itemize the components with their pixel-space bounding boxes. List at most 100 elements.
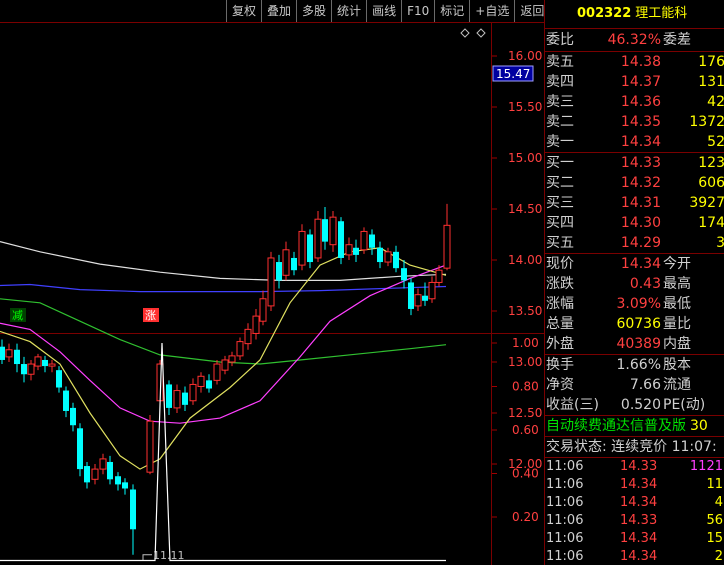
candle-body-up <box>34 356 42 367</box>
indicator-axis-label: 1.00 <box>512 336 539 350</box>
candle-body-down <box>77 428 83 470</box>
candle-body-up <box>314 218 322 259</box>
tick-time: 11:06 <box>546 513 584 528</box>
toolbar-button[interactable]: 多股 <box>296 0 331 22</box>
order-price: 14.33 <box>620 155 661 171</box>
indicator-axis-label: 0.60 <box>512 423 539 437</box>
order-level: 卖一 <box>546 134 574 150</box>
order-volume: 131 <box>698 74 724 90</box>
stat-label: 现价 <box>546 256 574 272</box>
order-volume: 606 <box>698 175 724 191</box>
tick-time: 11:06 <box>546 549 584 564</box>
candle-body-down <box>84 466 90 483</box>
candle-body-up <box>173 390 181 409</box>
candle-body-up <box>252 315 260 334</box>
buy-orders: 买一 14.33 123 买二 14.32 606 买三 14.31 3927 买四 14.30 17… <box>545 152 724 254</box>
stat-row: 现价 14.34 今开 <box>545 254 724 274</box>
notice-text: 自动续费通达信普及版 <box>546 418 686 434</box>
candle-body-down <box>276 262 282 281</box>
order-level: 买三 <box>546 195 574 211</box>
candle-body-up <box>345 244 353 256</box>
stat-value: 3.09% <box>616 296 661 312</box>
order-level: 买二 <box>546 175 574 191</box>
stock-title: 002322 理工能科 <box>545 0 724 29</box>
renew-notice[interactable]: 自动续费通达信普及版 30 <box>545 415 724 436</box>
order-volume: 176 <box>698 54 724 70</box>
price-axis-label: 15.00 <box>508 151 542 165</box>
tick-price: 14.34 <box>620 549 658 564</box>
stats-block-1: 现价 14.34 今开 涨跌 0.43 最高 涨幅 3.09% 最低 总量 60736 量比 外盘 403… <box>545 254 724 354</box>
webi-label: 委比 <box>546 32 574 48</box>
toolbar-button[interactable]: 叠加 <box>261 0 296 22</box>
chart-diamond-icon <box>460 28 470 38</box>
price-axis-label: 13.50 <box>508 304 542 318</box>
indicator-axis-label: 0.40 <box>512 467 539 481</box>
candle-body-down <box>206 380 212 389</box>
toolbar-button[interactable]: 复权 <box>226 0 261 22</box>
order-price: 14.31 <box>620 195 661 211</box>
candle-body-up <box>189 383 197 402</box>
candle-body-up <box>228 355 236 363</box>
stat-label: 涨幅 <box>546 296 574 312</box>
price-axis-label: 12.50 <box>508 406 542 420</box>
candle-body-down <box>369 234 375 248</box>
toolbar-button[interactable]: +自选 <box>469 0 514 22</box>
tick-volume: 2 <box>714 549 723 564</box>
order-row[interactable]: 卖四 14.37 131 <box>545 72 724 92</box>
stat-row: 换手 1.66% 股本 <box>545 355 724 375</box>
tick-time: 11:06 <box>546 477 584 492</box>
toolbar-button[interactable]: F10 <box>401 0 434 22</box>
tick-volume: 1121 <box>689 459 723 474</box>
order-row[interactable]: 卖五 14.38 176 <box>545 52 724 72</box>
order-level: 买一 <box>546 155 574 171</box>
candle-body-up <box>236 341 244 357</box>
kline-chart[interactable]: 16.00 15.50 15.00 14.50 14.00 13.50 13.00 12.50… <box>0 0 544 565</box>
candle-body-down <box>107 461 113 480</box>
order-level: 买四 <box>546 215 574 231</box>
candle-body-up <box>384 251 392 263</box>
stat-row: 外盘 40389 内盘 <box>545 334 724 354</box>
tick-price: 14.34 <box>620 531 658 546</box>
order-price: 14.35 <box>620 114 661 130</box>
order-row[interactable]: 卖一 14.34 52 <box>545 132 724 152</box>
order-volume: 3927 <box>689 195 724 211</box>
order-price: 14.32 <box>620 175 661 191</box>
toolbar-button[interactable]: 画线 <box>366 0 401 22</box>
order-row[interactable]: 买五 14.29 3 <box>545 233 724 253</box>
stat-value: 0.43 <box>629 276 661 292</box>
stat-row: 涨幅 3.09% 最低 <box>545 294 724 314</box>
toolbar-button[interactable]: 标记 <box>434 0 469 22</box>
notice-number: 30 <box>690 418 708 434</box>
stat-label-2: 最高 <box>663 276 691 292</box>
tick-price: 14.34 <box>620 495 658 510</box>
tick-volume: 56 <box>706 513 723 528</box>
stat-value: 14.34 <box>620 256 661 272</box>
order-row[interactable]: 买一 14.33 123 <box>545 153 724 173</box>
stat-row: 净资 7.66 流通 <box>545 375 724 395</box>
order-volume: 1372 <box>689 114 724 130</box>
order-row[interactable]: 买四 14.30 174 <box>545 213 724 233</box>
order-row[interactable]: 买二 14.32 606 <box>545 173 724 193</box>
candle-body-down <box>338 221 344 258</box>
order-row[interactable]: 卖二 14.35 1372 <box>545 112 724 132</box>
candle-body-down <box>307 234 313 263</box>
stock-name: 理工能科 <box>635 6 688 21</box>
order-row[interactable]: 卖三 14.36 42 <box>545 92 724 112</box>
stat-label-2: 今开 <box>663 256 691 272</box>
stat-label-2: 最低 <box>663 296 691 312</box>
stat-label: 净资 <box>546 377 574 393</box>
webi-row: 委比 46.32% 委差 <box>545 29 724 52</box>
candle-body-down <box>422 295 428 301</box>
weicha-label: 委差 <box>663 32 691 48</box>
candle-body-down <box>291 257 297 271</box>
tick-row: 11:06 14.33 1121 <box>545 458 724 476</box>
order-row[interactable]: 买三 14.31 3927 <box>545 193 724 213</box>
toolbar-button[interactable]: 统计 <box>331 0 366 22</box>
order-level: 卖二 <box>546 114 574 130</box>
candle-body-up <box>282 249 290 276</box>
stat-row: 总量 60736 量比 <box>545 314 724 334</box>
stat-label-2: 量比 <box>663 316 691 332</box>
order-price: 14.38 <box>620 54 661 70</box>
candle-body-down <box>353 247 359 255</box>
candle-body-up <box>267 257 275 307</box>
